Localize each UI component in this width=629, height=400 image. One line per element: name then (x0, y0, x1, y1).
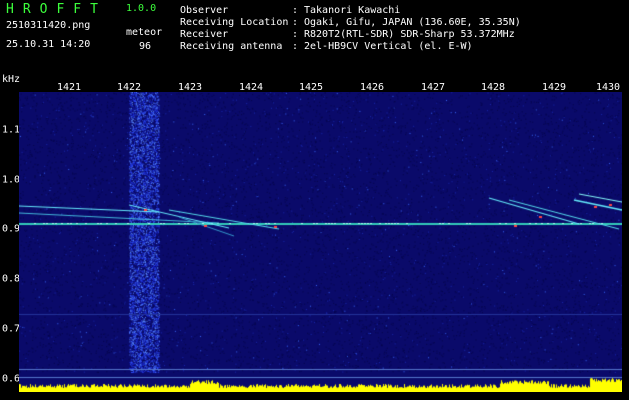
spectrogram[interactable] (19, 92, 622, 392)
info-value: Ogaki, Gifu, JAPAN (136.60E, 35.35N) (304, 17, 521, 28)
info-value: R820T2(RTL-SDR) SDR-Sharp 53.372MHz (304, 29, 515, 40)
meteor-count-value: 96 (139, 41, 152, 52)
info-value: 2el-HB9CV Vertical (el. E-W) (304, 41, 473, 52)
info-key: Receiving antenna (180, 41, 283, 52)
info-value: Takanori Kawachi (304, 5, 401, 16)
info-separator: : (292, 17, 305, 28)
info-row-receiver: Receiver: R820T2(RTL-SDR) SDR-Sharp 53.3… (180, 29, 521, 41)
station-info: Observer: Takanori Kawachi Receiving Loc… (180, 5, 521, 53)
frequency-tick-label: 0.6 (2, 373, 21, 385)
frequency-unit-label: kHz (2, 74, 21, 85)
info-row-antenna: Receiving antenna: 2el-HB9CV Vertical (e… (180, 41, 521, 53)
info-separator: : (292, 41, 305, 52)
info-key: Receiver (180, 29, 229, 40)
app-title: HROFFT (6, 2, 107, 17)
info-row-observer: Observer: Takanori Kawachi (180, 5, 521, 17)
app-version: 1.0.0 (126, 3, 157, 14)
frequency-tick-label: 0.9 (2, 223, 21, 235)
meteor-count-label: meteor (126, 27, 163, 38)
capture-datetime: 25.10.31 14:20 (6, 39, 91, 50)
frequency-tick-label: 0.8 (2, 273, 21, 285)
frequency-tick-label: 1.1 (2, 124, 21, 136)
info-separator: : (292, 29, 305, 40)
info-row-location: Receiving Location: Ogaki, Gifu, JAPAN (… (180, 17, 521, 29)
info-key: Observer (180, 5, 229, 16)
frequency-tick-label: 0.7 (2, 323, 21, 335)
info-separator: : (292, 5, 305, 16)
info-key: Receiving Location (180, 17, 289, 28)
file-name: 2510311420.png (6, 20, 91, 31)
frequency-tick-label: 1.0 (2, 174, 21, 186)
